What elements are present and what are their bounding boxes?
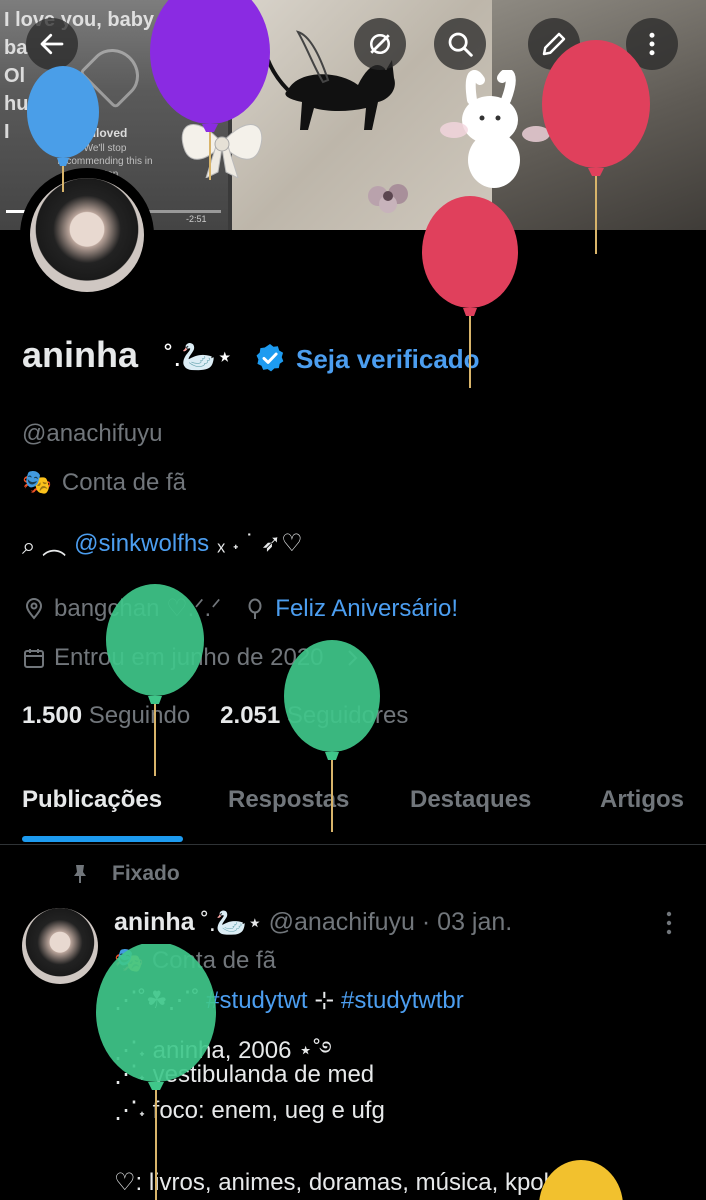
balloon-green-3: [96, 944, 216, 1200]
pin-icon: [74, 865, 86, 883]
back-arrow-icon: [40, 33, 64, 55]
balloon-green-1: [106, 584, 204, 776]
bio-suffix: ₓ ˖ ˙ ➶♡: [217, 530, 303, 557]
profile-category: 🎭 Conta de fã: [22, 468, 186, 497]
post-author-deco: ˚.🦢⋆: [200, 909, 263, 937]
post-author-name[interactable]: aninha: [114, 908, 195, 938]
search-button[interactable]: [434, 18, 486, 70]
theater-masks-icon: 🎭: [22, 469, 52, 496]
bio-mention-link[interactable]: @sinkwolfhs: [74, 530, 209, 558]
balloon-purple: [150, 0, 270, 180]
balloon-birthday-icon: [248, 598, 262, 619]
location-pin-icon: [25, 597, 43, 620]
balloon-red-mid: [422, 196, 518, 388]
search-icon: [448, 32, 473, 57]
active-tab-indicator: [22, 836, 183, 842]
profile-birthday-link[interactable]: Feliz Aniversário!: [275, 595, 458, 623]
grok-button[interactable]: [354, 18, 406, 70]
balloon-blue: [27, 66, 99, 192]
balloon-red-top: [542, 40, 650, 254]
bunny-sticker-icon: [440, 70, 550, 188]
post-more-icon[interactable]: [664, 910, 674, 936]
avatar-photo: [30, 178, 144, 292]
bio-prefix: ⌕ ︵: [22, 533, 67, 560]
verified-badge-icon[interactable]: [254, 342, 286, 374]
profile-location-row: bangchan ♡.ᐟ.ᐟ Feliz Aniversário!: [22, 594, 458, 623]
balloon-yellow: [539, 1160, 623, 1200]
hashtag-studytwt[interactable]: #studytwt: [206, 987, 307, 1014]
calendar-icon: [24, 649, 44, 668]
profile-handle: @anachifuyu: [22, 420, 163, 447]
profile-category-label: Conta de fã: [61, 468, 186, 496]
pinned-label-row: Fixado: [68, 862, 180, 886]
post-avatar[interactable]: [22, 908, 98, 984]
tab-publicacoes[interactable]: Publicações: [22, 786, 162, 814]
profile-name: aninha: [22, 334, 139, 375]
banner-time: -2:51: [186, 214, 207, 224]
balloon-green-2: [284, 640, 380, 832]
pinned-label: Fixado: [112, 862, 180, 885]
post-line1-sep: ⊹: [314, 987, 335, 1014]
profile-name-decoration: ˚.🦢⋆: [164, 341, 234, 372]
post-header: aninha ˚.🦢⋆ @anachifuyu · 03 jan.: [114, 908, 512, 938]
profile-bio: ⌕ ︵ @sinkwolfhs ₓ ˖ ˙ ➶♡: [22, 526, 303, 561]
post-handle-date[interactable]: @anachifuyu · 03 jan.: [269, 908, 513, 938]
grok-icon: [370, 34, 390, 54]
tab-artigos[interactable]: Artigos: [600, 786, 684, 814]
following-count: 1.500: [22, 702, 83, 729]
followers-count: 2.051: [220, 702, 281, 729]
flower-icon: [368, 184, 408, 213]
hashtag-studytwtbr[interactable]: #studytwtbr: [341, 987, 464, 1014]
tab-destaques[interactable]: Destaques: [410, 786, 531, 814]
